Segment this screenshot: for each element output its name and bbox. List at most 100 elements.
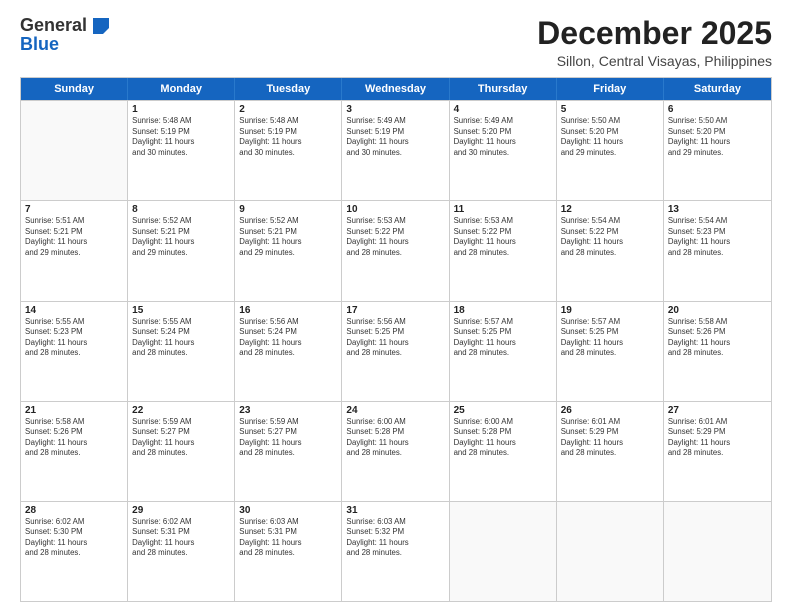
day-info: Sunrise: 6:03 AM Sunset: 5:31 PM Dayligh… — [239, 517, 337, 559]
day-info: Sunrise: 5:54 AM Sunset: 5:22 PM Dayligh… — [561, 216, 659, 258]
day-info: Sunrise: 5:57 AM Sunset: 5:25 PM Dayligh… — [454, 317, 552, 359]
calendar-week-row: 21Sunrise: 5:58 AM Sunset: 5:26 PM Dayli… — [21, 401, 771, 501]
day-number: 23 — [239, 405, 337, 416]
day-info: Sunrise: 5:55 AM Sunset: 5:24 PM Dayligh… — [132, 317, 230, 359]
day-info: Sunrise: 6:00 AM Sunset: 5:28 PM Dayligh… — [346, 417, 444, 459]
day-number: 12 — [561, 204, 659, 215]
calendar-body: 1Sunrise: 5:48 AM Sunset: 5:19 PM Daylig… — [21, 100, 771, 601]
day-info: Sunrise: 5:59 AM Sunset: 5:27 PM Dayligh… — [239, 417, 337, 459]
calendar-cell: 17Sunrise: 5:56 AM Sunset: 5:25 PM Dayli… — [342, 302, 449, 401]
calendar-day-header: Sunday — [21, 78, 128, 100]
calendar-cell: 19Sunrise: 5:57 AM Sunset: 5:25 PM Dayli… — [557, 302, 664, 401]
calendar-cell — [664, 502, 771, 601]
logo-icon — [93, 18, 109, 34]
calendar-week-row: 1Sunrise: 5:48 AM Sunset: 5:19 PM Daylig… — [21, 100, 771, 200]
day-number: 8 — [132, 204, 230, 215]
calendar-cell: 8Sunrise: 5:52 AM Sunset: 5:21 PM Daylig… — [128, 201, 235, 300]
calendar-cell: 22Sunrise: 5:59 AM Sunset: 5:27 PM Dayli… — [128, 402, 235, 501]
day-info: Sunrise: 5:48 AM Sunset: 5:19 PM Dayligh… — [132, 116, 230, 158]
sub-title: Sillon, Central Visayas, Philippines — [537, 53, 772, 69]
calendar-cell: 12Sunrise: 5:54 AM Sunset: 5:22 PM Dayli… — [557, 201, 664, 300]
day-info: Sunrise: 5:55 AM Sunset: 5:23 PM Dayligh… — [25, 317, 123, 359]
day-info: Sunrise: 5:57 AM Sunset: 5:25 PM Dayligh… — [561, 317, 659, 359]
calendar-cell — [557, 502, 664, 601]
calendar-cell: 16Sunrise: 5:56 AM Sunset: 5:24 PM Dayli… — [235, 302, 342, 401]
calendar-cell: 26Sunrise: 6:01 AM Sunset: 5:29 PM Dayli… — [557, 402, 664, 501]
logo-general: General — [20, 15, 87, 35]
calendar-cell: 2Sunrise: 5:48 AM Sunset: 5:19 PM Daylig… — [235, 101, 342, 200]
day-number: 15 — [132, 305, 230, 316]
day-number: 2 — [239, 104, 337, 115]
day-number: 27 — [668, 405, 767, 416]
day-number: 6 — [668, 104, 767, 115]
calendar-cell: 18Sunrise: 5:57 AM Sunset: 5:25 PM Dayli… — [450, 302, 557, 401]
day-info: Sunrise: 6:01 AM Sunset: 5:29 PM Dayligh… — [668, 417, 767, 459]
calendar-header: SundayMondayTuesdayWednesdayThursdayFrid… — [21, 78, 771, 100]
header: General Blue December 2025 Sillon, Centr… — [20, 16, 772, 69]
calendar-day-header: Monday — [128, 78, 235, 100]
calendar-cell: 25Sunrise: 6:00 AM Sunset: 5:28 PM Dayli… — [450, 402, 557, 501]
day-number: 11 — [454, 204, 552, 215]
calendar-cell — [450, 502, 557, 601]
day-info: Sunrise: 6:03 AM Sunset: 5:32 PM Dayligh… — [346, 517, 444, 559]
calendar: SundayMondayTuesdayWednesdayThursdayFrid… — [20, 77, 772, 602]
logo: General Blue — [20, 16, 110, 55]
calendar-cell: 15Sunrise: 5:55 AM Sunset: 5:24 PM Dayli… — [128, 302, 235, 401]
day-info: Sunrise: 5:50 AM Sunset: 5:20 PM Dayligh… — [668, 116, 767, 158]
day-info: Sunrise: 6:02 AM Sunset: 5:30 PM Dayligh… — [25, 517, 123, 559]
logo-blue — [87, 15, 110, 35]
day-number: 4 — [454, 104, 552, 115]
day-info: Sunrise: 5:52 AM Sunset: 5:21 PM Dayligh… — [239, 216, 337, 258]
day-info: Sunrise: 5:56 AM Sunset: 5:24 PM Dayligh… — [239, 317, 337, 359]
calendar-day-header: Tuesday — [235, 78, 342, 100]
calendar-cell: 3Sunrise: 5:49 AM Sunset: 5:19 PM Daylig… — [342, 101, 449, 200]
day-number: 22 — [132, 405, 230, 416]
calendar-cell: 29Sunrise: 6:02 AM Sunset: 5:31 PM Dayli… — [128, 502, 235, 601]
calendar-cell: 20Sunrise: 5:58 AM Sunset: 5:26 PM Dayli… — [664, 302, 771, 401]
calendar-cell: 28Sunrise: 6:02 AM Sunset: 5:30 PM Dayli… — [21, 502, 128, 601]
day-number: 10 — [346, 204, 444, 215]
day-info: Sunrise: 5:49 AM Sunset: 5:20 PM Dayligh… — [454, 116, 552, 158]
day-number: 5 — [561, 104, 659, 115]
day-number: 29 — [132, 505, 230, 516]
day-info: Sunrise: 5:58 AM Sunset: 5:26 PM Dayligh… — [668, 317, 767, 359]
calendar-cell: 6Sunrise: 5:50 AM Sunset: 5:20 PM Daylig… — [664, 101, 771, 200]
day-info: Sunrise: 5:48 AM Sunset: 5:19 PM Dayligh… — [239, 116, 337, 158]
day-number: 18 — [454, 305, 552, 316]
calendar-cell: 5Sunrise: 5:50 AM Sunset: 5:20 PM Daylig… — [557, 101, 664, 200]
day-info: Sunrise: 5:53 AM Sunset: 5:22 PM Dayligh… — [346, 216, 444, 258]
day-number: 13 — [668, 204, 767, 215]
calendar-week-row: 7Sunrise: 5:51 AM Sunset: 5:21 PM Daylig… — [21, 200, 771, 300]
day-number: 31 — [346, 505, 444, 516]
calendar-cell: 21Sunrise: 5:58 AM Sunset: 5:26 PM Dayli… — [21, 402, 128, 501]
calendar-day-header: Wednesday — [342, 78, 449, 100]
day-number: 25 — [454, 405, 552, 416]
calendar-cell: 30Sunrise: 6:03 AM Sunset: 5:31 PM Dayli… — [235, 502, 342, 601]
page: General Blue December 2025 Sillon, Centr… — [0, 0, 792, 612]
day-number: 24 — [346, 405, 444, 416]
main-title: December 2025 — [537, 16, 772, 51]
day-info: Sunrise: 5:54 AM Sunset: 5:23 PM Dayligh… — [668, 216, 767, 258]
calendar-day-header: Saturday — [664, 78, 771, 100]
calendar-cell — [21, 101, 128, 200]
calendar-cell: 7Sunrise: 5:51 AM Sunset: 5:21 PM Daylig… — [21, 201, 128, 300]
day-info: Sunrise: 6:01 AM Sunset: 5:29 PM Dayligh… — [561, 417, 659, 459]
day-info: Sunrise: 5:51 AM Sunset: 5:21 PM Dayligh… — [25, 216, 123, 258]
calendar-day-header: Thursday — [450, 78, 557, 100]
day-number: 28 — [25, 505, 123, 516]
calendar-day-header: Friday — [557, 78, 664, 100]
calendar-cell: 27Sunrise: 6:01 AM Sunset: 5:29 PM Dayli… — [664, 402, 771, 501]
day-info: Sunrise: 6:00 AM Sunset: 5:28 PM Dayligh… — [454, 417, 552, 459]
logo-blue-text: Blue — [20, 34, 59, 55]
day-number: 1 — [132, 104, 230, 115]
day-number: 26 — [561, 405, 659, 416]
title-block: December 2025 Sillon, Central Visayas, P… — [537, 16, 772, 69]
day-info: Sunrise: 5:50 AM Sunset: 5:20 PM Dayligh… — [561, 116, 659, 158]
calendar-cell: 31Sunrise: 6:03 AM Sunset: 5:32 PM Dayli… — [342, 502, 449, 601]
calendar-cell: 11Sunrise: 5:53 AM Sunset: 5:22 PM Dayli… — [450, 201, 557, 300]
calendar-cell: 14Sunrise: 5:55 AM Sunset: 5:23 PM Dayli… — [21, 302, 128, 401]
calendar-week-row: 14Sunrise: 5:55 AM Sunset: 5:23 PM Dayli… — [21, 301, 771, 401]
day-number: 9 — [239, 204, 337, 215]
calendar-cell: 13Sunrise: 5:54 AM Sunset: 5:23 PM Dayli… — [664, 201, 771, 300]
calendar-cell: 4Sunrise: 5:49 AM Sunset: 5:20 PM Daylig… — [450, 101, 557, 200]
